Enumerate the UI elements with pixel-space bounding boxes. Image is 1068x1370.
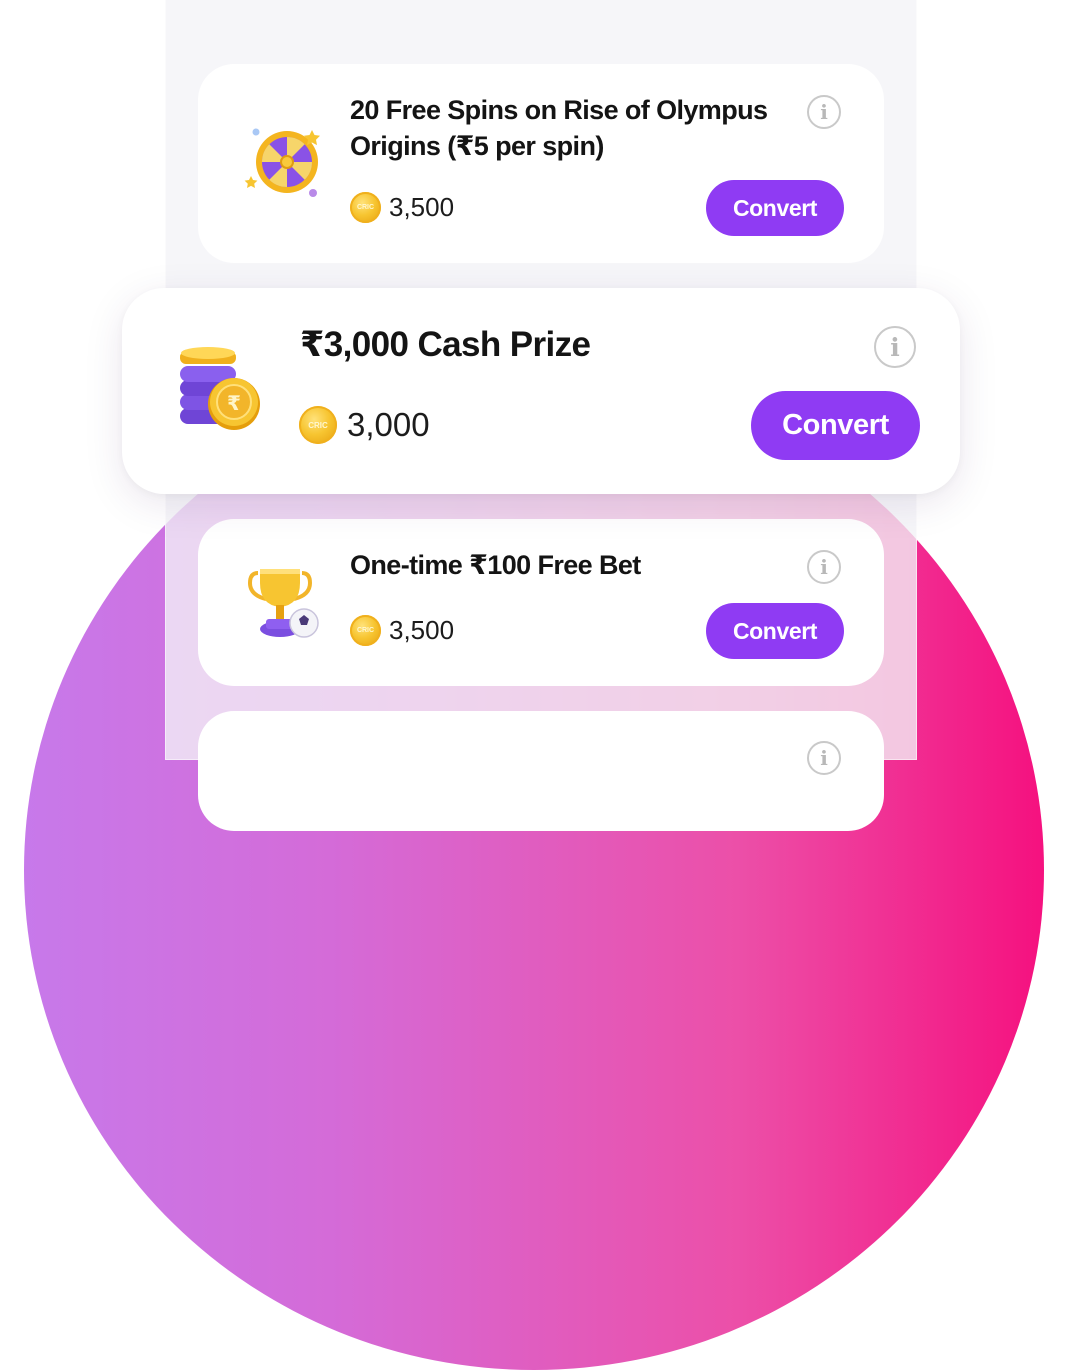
info-icon[interactable]: i [807,550,841,584]
offer-title: 20 Free Spins on Rise of Olympus Origins… [350,95,768,161]
rupee-coin-stack-icon: ₹ [180,347,260,430]
convert-button[interactable]: Convert [706,603,844,659]
info-icon[interactable]: i [874,326,916,368]
offer-card-free-bet: One-time ₹100 Free Bet i CRIC 3,500 Conv… [198,519,884,686]
rupee-symbol: ₹ [227,391,241,415]
convert-button[interactable]: Convert [751,391,920,460]
convert-button[interactable]: Convert [706,180,844,236]
info-icon[interactable]: i [807,95,841,129]
cric-coin-icon: CRIC [350,192,381,223]
cric-coin-icon: CRIC [350,615,381,646]
cric-coin-icon: CRIC [299,406,337,444]
price-value: 3,500 [389,192,455,222]
price-value: 3,500 [389,615,455,645]
offer-card-free-spins: 20 Free Spins on Rise of Olympus Origins… [198,64,884,263]
offer-title: One-time ₹100 Free Bet [350,550,641,580]
offer-price: CRIC 3,500 [350,615,454,646]
offer-card-next: i [198,711,884,831]
prize-wheel-icon [244,128,320,197]
trophy-football-icon [247,569,319,638]
offer-price: CRIC 3,500 [350,192,454,223]
info-icon[interactable]: i [807,741,841,775]
offer-card-cash-prize: ₹ ₹3,000 Cash Prize i CRIC 3,000 Convert [122,288,960,494]
offer-title: ₹3,000 Cash Prize [300,325,591,364]
offer-price: CRIC 3,000 [299,406,430,444]
price-value: 3,000 [347,406,430,443]
